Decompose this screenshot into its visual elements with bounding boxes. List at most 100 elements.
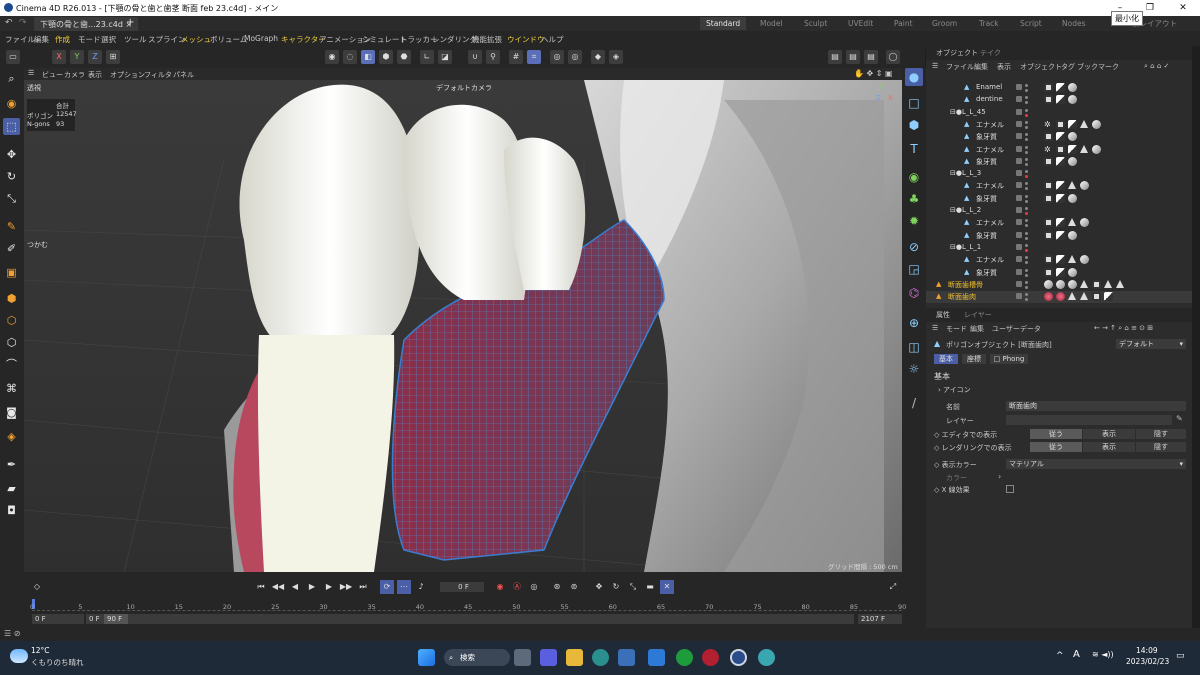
render-queue-icon[interactable]: ▤ — [828, 50, 842, 64]
snap-magnet-icon[interactable]: ∪ — [468, 50, 482, 64]
object-row[interactable]: ▲ エナメル — [926, 180, 1192, 192]
axis-x-button[interactable]: X — [52, 50, 66, 64]
tab-takes[interactable]: テイク — [980, 48, 1001, 58]
layer-check[interactable] — [1016, 145, 1022, 152]
sds-tag-icon[interactable]: ✲ — [1044, 145, 1053, 154]
tray-chevron-up-icon[interactable]: ^ — [1056, 651, 1064, 661]
am-menu-userdata[interactable]: ユーザーデータ — [992, 324, 1041, 334]
weather-cloud-icon[interactable] — [10, 649, 28, 663]
menu-spline[interactable]: スプライン — [148, 34, 186, 45]
tab-objects[interactable]: オブジェクト — [936, 48, 978, 58]
menu-extensions[interactable]: 機能拡張 — [472, 34, 502, 45]
app-globe-icon[interactable] — [758, 649, 775, 666]
texture-tag-icon[interactable] — [1056, 132, 1065, 142]
layer-check[interactable] — [1016, 231, 1022, 238]
vp-menu-view[interactable]: ビュー — [42, 70, 63, 80]
undo-icon[interactable]: ↶ — [5, 18, 13, 28]
phong-tag-icon[interactable] — [1080, 144, 1088, 153]
object-row[interactable]: ▲ 象牙質 — [926, 230, 1192, 242]
render-to-picture-icon[interactable]: ▤ — [846, 50, 860, 64]
param-keys-icon[interactable]: ▬ — [643, 580, 657, 594]
rectangle-selection-icon[interactable]: ⬚ — [3, 118, 20, 135]
viewport-menu-icon[interactable]: ☰ — [28, 69, 34, 77]
object-row[interactable]: ▲ 断面歯槽骨 — [926, 279, 1192, 291]
go-to-end-icon[interactable]: ⏭ — [356, 580, 370, 594]
cube-icon[interactable]: ⬢ — [905, 116, 923, 134]
texture-tag-icon[interactable] — [1044, 230, 1053, 240]
box-icon[interactable]: ⬡ — [3, 312, 20, 329]
render-visibility-dot[interactable] — [1025, 261, 1028, 265]
object-row[interactable]: ▲ 象牙質 — [926, 193, 1192, 205]
play-icon[interactable]: ▶ — [305, 580, 319, 594]
object-row[interactable]: ▲ 象牙質 — [926, 267, 1192, 279]
settings-gear-icon[interactable]: ◯ — [886, 50, 900, 64]
om-menu-tag[interactable]: タグ — [1061, 62, 1075, 72]
editor-visibility-dot[interactable] — [1025, 157, 1028, 161]
range-icon[interactable]: ⋯ — [397, 580, 411, 594]
subtab-basic[interactable]: 基本 — [934, 354, 958, 364]
current-frame-field[interactable]: 0 F — [440, 582, 484, 592]
store-icon[interactable] — [618, 649, 635, 666]
render-visibility-dot[interactable] — [1025, 162, 1028, 166]
material-tag-icon[interactable] — [1044, 292, 1053, 302]
render-visibility-dot[interactable] — [1025, 298, 1028, 302]
layer-check[interactable] — [1016, 293, 1022, 300]
scale-keys-icon[interactable]: ⤡ — [626, 580, 640, 594]
sds-tag-icon[interactable]: ✲ — [1044, 120, 1053, 129]
key-rotation-icon[interactable]: ⊚ — [567, 580, 581, 594]
snap-settings-icon[interactable]: ⚲ — [486, 50, 500, 64]
close-button[interactable]: ✕ — [1168, 0, 1198, 16]
null-object-icon[interactable]: □ — [905, 94, 923, 112]
sculpt-icon[interactable]: ⌘ — [3, 380, 20, 397]
key-position-icon[interactable]: ⊛ — [550, 580, 564, 594]
render-visibility-dot[interactable] — [1025, 101, 1028, 105]
editor-visibility-dot[interactable] — [1025, 194, 1028, 198]
taskbar-search[interactable]: ⌕ 検索 — [444, 649, 510, 666]
move-keys-icon[interactable]: ✥ — [592, 580, 606, 594]
object-row[interactable]: ⊟● L_L_3 — [926, 168, 1192, 180]
render-visibility-dot[interactable] — [1025, 125, 1028, 129]
menu-render[interactable]: レンダリング — [432, 34, 477, 45]
move-icon[interactable]: ✥ — [3, 146, 20, 163]
ime-indicator[interactable]: A — [1073, 649, 1080, 660]
texture-tag-icon[interactable] — [1056, 119, 1065, 129]
app-w-icon[interactable] — [702, 649, 719, 666]
layer-check[interactable] — [1016, 96, 1022, 103]
preset-dropdown[interactable]: デフォルト ▾ — [1116, 339, 1186, 349]
autokey-icon[interactable]: Ⓐ — [510, 580, 524, 594]
texture-tag-icon[interactable] — [1056, 144, 1065, 154]
layer-check[interactable] — [1016, 120, 1022, 127]
texture-tag-icon[interactable] — [1056, 230, 1065, 240]
texture-tag-icon[interactable] — [1104, 292, 1113, 302]
object-row[interactable]: ▲ エナメル ✲ — [926, 119, 1192, 131]
texture-tag-icon[interactable] — [1056, 83, 1065, 92]
am-menu-edit[interactable]: 編集 — [970, 324, 984, 334]
render-opt-hide[interactable]: 隠す — [1136, 442, 1186, 452]
cloner-icon[interactable]: ♣ — [905, 190, 923, 208]
new-tab-button[interactable]: + — [126, 17, 134, 28]
menu-window[interactable]: ウインドウ — [507, 34, 545, 45]
texture-tag-icon[interactable] — [1044, 267, 1053, 277]
mail-icon[interactable] — [648, 649, 665, 666]
menu-create[interactable]: 作成 — [55, 34, 70, 45]
camera-icon[interactable]: ◫ — [905, 338, 923, 356]
subtab-coordinates[interactable]: 座標 — [962, 354, 986, 364]
generator-icon[interactable]: ◉ — [905, 168, 923, 186]
render-visibility-dot[interactable] — [1025, 113, 1028, 117]
editor-opt-hide[interactable]: 隠す — [1136, 429, 1186, 439]
layout-tab-script[interactable]: Script — [1014, 17, 1048, 30]
layer-check[interactable] — [1016, 194, 1022, 201]
layout-tab-model[interactable]: Model — [754, 17, 789, 30]
editor-visibility-dot[interactable] — [1025, 84, 1028, 87]
render-visibility-dot[interactable] — [1025, 199, 1028, 203]
workplane-icon[interactable]: ⌗ — [527, 50, 541, 64]
menu-help[interactable]: ヘルプ — [541, 34, 564, 45]
key-selection-icon[interactable]: ◎ — [527, 580, 541, 594]
phong-tag-icon[interactable] — [1068, 255, 1076, 264]
object-row[interactable]: ⊟● L_L_45 — [926, 107, 1192, 119]
layer-check[interactable] — [1016, 133, 1022, 140]
texture-tag-icon[interactable] — [1056, 193, 1065, 203]
texture-tag-icon[interactable] — [1092, 292, 1101, 302]
layout-tab-paint[interactable]: Paint — [888, 17, 919, 30]
editor-visibility-dot[interactable] — [1025, 280, 1028, 284]
